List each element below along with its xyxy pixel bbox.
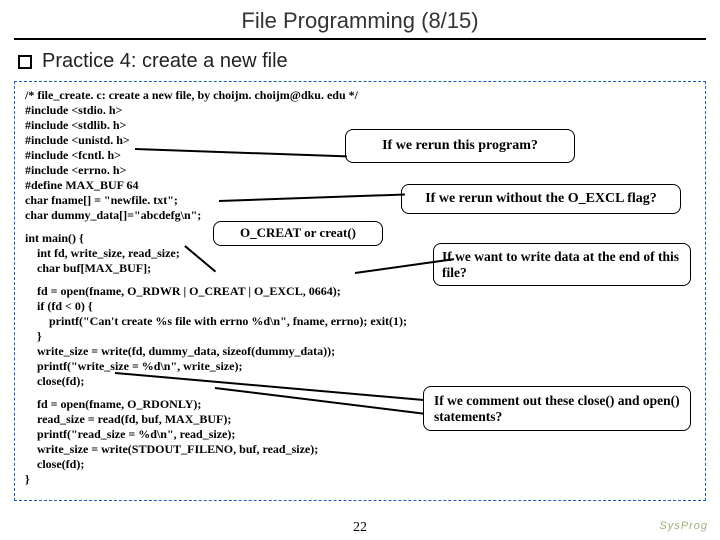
callout-ocreat: O_CREAT or creat(): [213, 221, 383, 246]
code-line: close(fd);: [25, 457, 695, 472]
code-line: }: [25, 472, 695, 487]
callout-comment-out: If we comment out these close() and open…: [423, 386, 691, 431]
code-line: /* file_create. c: create a new file, by…: [25, 88, 695, 103]
code-line: }: [25, 329, 695, 344]
callout-write-end: If we want to write data at the end of t…: [433, 243, 691, 286]
code-line: write_size = write(STDOUT_FILENO, buf, r…: [25, 442, 695, 457]
code-line: #include <stdio. h>: [25, 103, 695, 118]
callout-rerun: If we rerun this program?: [345, 129, 575, 163]
slide-title: File Programming (8/15): [14, 8, 706, 34]
section-heading: Practice 4: create a new file: [42, 50, 288, 73]
bullet-row: Practice 4: create a new file: [18, 50, 706, 73]
code-line: printf("write_size = %d\n", write_size);: [25, 359, 695, 374]
callout-rerun-noexcl: If we rerun without the O_EXCL flag?: [401, 184, 681, 214]
code-line: fd = open(fname, O_RDWR | O_CREAT | O_EX…: [25, 284, 695, 299]
code-box: /* file_create. c: create a new file, by…: [14, 81, 706, 501]
code-line: printf("Can't create %s file with errno …: [25, 314, 695, 329]
page-number: 22: [0, 520, 720, 536]
footer-logo: SysProg: [659, 520, 708, 532]
bullet-square-icon: [18, 55, 32, 69]
code-line: write_size = write(fd, dummy_data, sizeo…: [25, 344, 695, 359]
code-line: if (fd < 0) {: [25, 299, 695, 314]
code-line: #include <errno. h>: [25, 163, 695, 178]
title-rule: [14, 38, 706, 40]
